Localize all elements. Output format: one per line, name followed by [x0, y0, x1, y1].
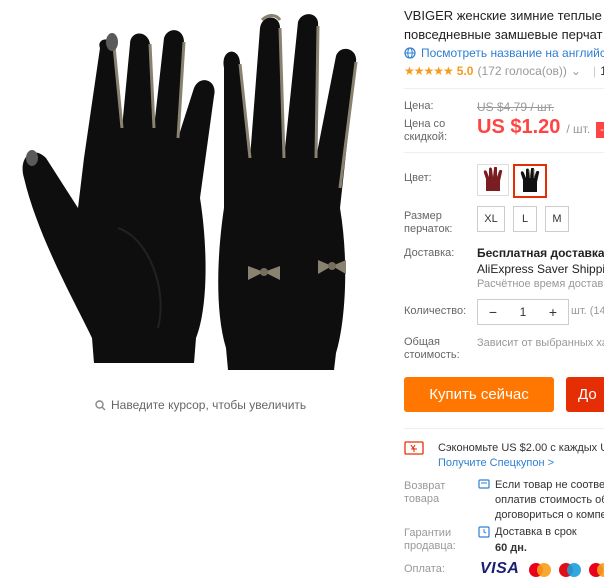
product-title-line1: VBIGER женские зимние теплые [404, 8, 602, 23]
quantity-label: Количество: [404, 305, 467, 317]
guarantee-label: Гарантии продавца: [404, 527, 456, 553]
total-label: Общая стоимость: [404, 336, 460, 362]
returns-text: Если товар не соответ оплатив стоимость … [495, 478, 604, 523]
discount-badge: -7 [596, 122, 604, 138]
price-unit: / шт. [566, 122, 591, 136]
orders-count: 1 [600, 64, 604, 78]
shield-icon [478, 479, 490, 489]
rating-row: ★★★★★ 5.0 (172 голоса(ов)) ⌄ | 1 [404, 64, 604, 78]
maestro-icon [559, 563, 581, 577]
discount-price-label-line2: скидкой: [404, 131, 448, 143]
divider [404, 88, 604, 89]
product-title-line2: повседневные замшевые перчат [404, 27, 603, 42]
quantity-increase-button[interactable]: + [538, 304, 568, 320]
total-value: Зависит от выбранных хар [477, 337, 604, 349]
size-label: Размер перчаток: [404, 210, 452, 236]
discount-price-label: Цена со скидкой: [404, 118, 447, 144]
returns-label: Возврат товара [404, 480, 445, 506]
returns-text-line3: договориться о компе [495, 509, 604, 521]
product-title: VBIGER женские зимние теплые повседневны… [404, 6, 604, 44]
right-glove [218, 14, 358, 370]
coupon-icon [404, 441, 424, 455]
wine-glove-icon [483, 167, 503, 191]
returns-text-line1: Если товар не соответ [495, 479, 604, 491]
shipping-service: AliExpress Saver Shipping [477, 262, 604, 276]
add-to-cart-button[interactable]: До [566, 377, 604, 412]
guarantee-label-line1: Гарантии [404, 527, 452, 539]
size-option-m[interactable]: M [545, 206, 569, 232]
globe-icon [404, 47, 416, 59]
rating-votes[interactable]: (172 голоса(ов)) [477, 64, 566, 78]
mastercard-icon [529, 563, 551, 577]
zoom-hint-text: Наведите курсор, чтобы увеличить [111, 398, 307, 412]
quantity-stepper: − 1 + [477, 299, 569, 325]
divider [404, 428, 604, 429]
left-glove [22, 30, 215, 363]
clock-icon [478, 526, 490, 538]
color-label: Цвет: [404, 172, 432, 184]
payment-label: Оплата: [404, 563, 445, 575]
quantity-unit: шт. (14 [571, 305, 604, 317]
shipping-eta: Расчётное время доставк [477, 278, 604, 290]
price-label: Цена: [404, 100, 434, 112]
visa-icon: VISA [480, 560, 520, 577]
mastercard-alt-icon [589, 563, 604, 577]
divider [404, 152, 604, 153]
total-label-line1: Общая [404, 336, 440, 348]
star-rating-icon: ★★★★★ [404, 64, 454, 78]
shipping-method[interactable]: Бесплатная доставка в I [477, 246, 604, 260]
zoom-hint: Наведите курсор, чтобы увеличить [95, 398, 306, 412]
shipping-label: Доставка: [404, 247, 455, 259]
product-image[interactable] [18, 8, 370, 383]
size-label-line1: Размер [404, 210, 442, 222]
quantity-input[interactable]: 1 [508, 305, 538, 319]
returns-text-line2: оплатив стоимость об [495, 494, 604, 506]
get-coupon-link[interactable]: Получите Спецкупон > [438, 457, 554, 469]
guarantee-days: 60 дн. [495, 542, 527, 554]
buy-now-button[interactable]: Купить сейчас [404, 377, 554, 412]
size-option-xl[interactable]: XL [477, 206, 505, 232]
coupon-text: Сэкономьте US $2.00 с каждых US [438, 442, 604, 454]
price-amount: US $1.20 [477, 116, 561, 138]
discount-price-label-line1: Цена со [404, 118, 446, 130]
translate-title-text: Посмотреть название на английск [421, 46, 604, 60]
total-label-line2: стоимость: [404, 349, 460, 361]
magnifier-icon [95, 399, 106, 410]
color-swatch-black[interactable] [513, 164, 547, 198]
translate-title-link[interactable]: Посмотреть название на английск [404, 46, 604, 60]
product-image-panel: Наведите курсор, чтобы увеличить [0, 0, 385, 587]
product-info-panel: VBIGER женские зимние теплые повседневны… [385, 0, 604, 587]
price-current: US $1.20 / шт. -7 [477, 116, 604, 139]
color-swatch-wine[interactable] [477, 164, 509, 196]
quantity-decrease-button[interactable]: − [478, 304, 508, 320]
chevron-down-icon[interactable]: ⌄ [571, 64, 581, 78]
rating-value: 5.0 [456, 64, 474, 78]
black-glove-icon [520, 168, 540, 192]
size-option-l[interactable]: L [513, 206, 537, 232]
returns-label-line2: товара [404, 493, 440, 505]
guarantee-label-line2: продавца: [404, 540, 456, 552]
returns-label-line1: Возврат [404, 480, 446, 492]
separator: | [592, 64, 597, 78]
price-old: US $4.79 / шт. [477, 100, 555, 114]
size-label-line2: перчаток: [404, 223, 453, 235]
guarantee-delivery: Доставка в срок [495, 526, 577, 538]
